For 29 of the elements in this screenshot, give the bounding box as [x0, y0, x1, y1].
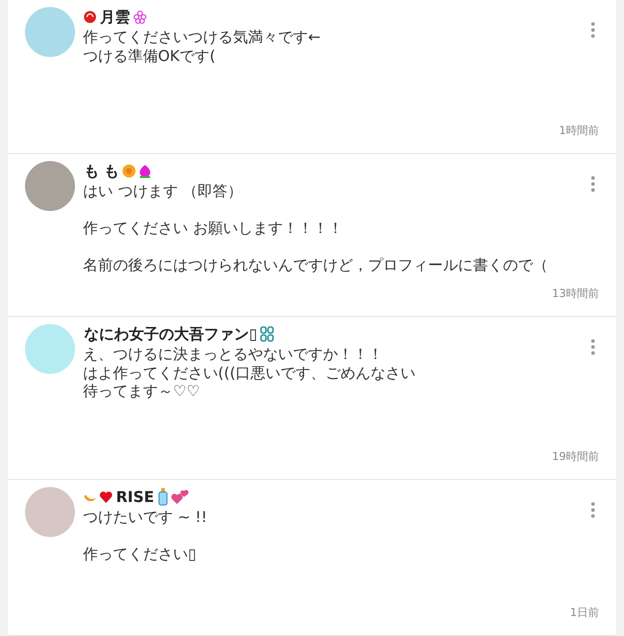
comment-line: つける準備OKです(	[83, 46, 216, 65]
user-name: RISE	[115, 487, 156, 507]
comment-line: え、つけるに決まっとるやないですか！！！	[83, 345, 384, 364]
timestamp: 1時間前	[559, 124, 599, 138]
user-name: なにわ女子の大吾ファン▯	[83, 324, 258, 344]
flower-icon	[122, 164, 136, 178]
comment-line: 作ってください▯	[83, 545, 198, 564]
comment-line: 名前の後ろにはつけられないんですけど，プロフィールに書くので（	[83, 256, 549, 274]
timestamp: 1日前	[570, 606, 599, 620]
timestamp: 13時間前	[552, 287, 599, 301]
user-name: 月雲	[99, 7, 131, 27]
bottle-icon	[157, 488, 170, 506]
avatar-photo-placeholder	[25, 324, 75, 374]
avatar-photo-placeholder	[25, 161, 75, 211]
flower-icon	[133, 10, 147, 24]
comment-line: 作ってください お願いします！！！！	[83, 219, 344, 238]
comment-line: 作ってくださいつける気満々です←	[83, 28, 322, 46]
heart-icon	[99, 490, 113, 504]
comment-line: 待ってます～♡♡	[83, 382, 201, 400]
timestamp: 19時間前	[552, 450, 599, 464]
comment-line: つけたいです ~ !!	[83, 508, 208, 526]
avatar-photo-placeholder	[25, 487, 75, 537]
user-name: も も	[83, 161, 120, 181]
comment-line: はい つけます （即答）	[83, 182, 244, 200]
avatar-photo-placeholder	[25, 7, 75, 57]
comment-line: はよ作ってください(((口悪いです、ごめんなさい	[83, 364, 417, 382]
chain-icon	[260, 326, 274, 342]
hearts-icon	[171, 489, 190, 505]
peach-icon	[138, 164, 152, 178]
